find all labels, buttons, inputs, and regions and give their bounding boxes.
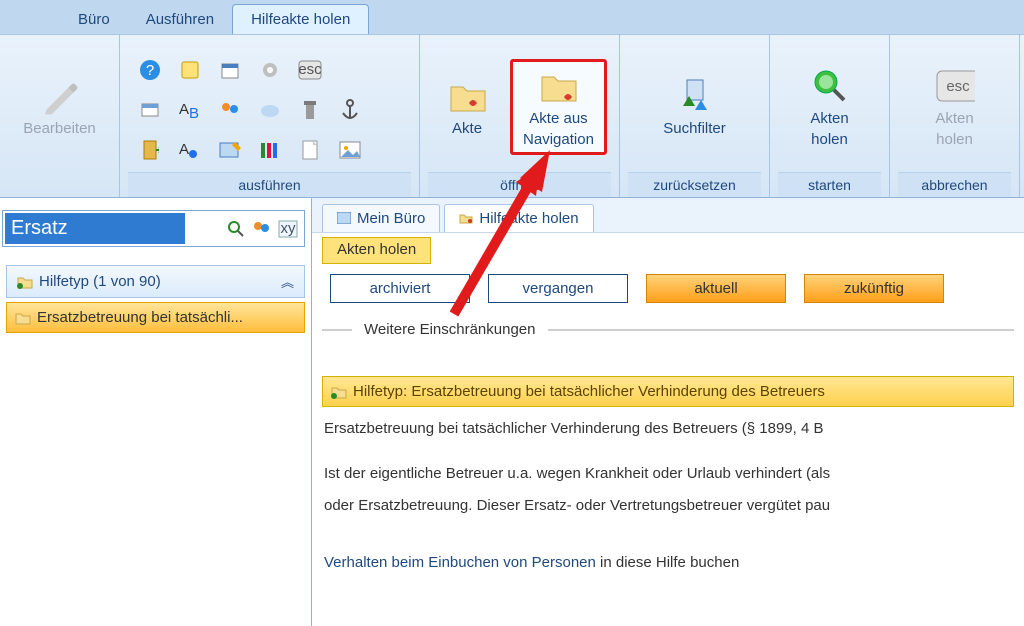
detail-para2: oder Ersatzbetreuung. Dieser Ersatz- ode…	[322, 490, 1014, 521]
suchfilter-button[interactable]: Suchfilter	[653, 72, 736, 141]
folder-small-icon	[331, 385, 347, 399]
filter-aktuell[interactable]: aktuell	[646, 274, 786, 303]
verhalten-link[interactable]: Verhalten beim Einbuchen von Personen	[324, 554, 596, 571]
hilfetyp-panel-header[interactable]: Hilfetyp (1 von 90) ︽	[6, 265, 305, 298]
workspace: xy document.addEventListener('DOMContent…	[0, 198, 1024, 626]
hilfetyp-item-label: Ersatzbetreuung bei tatsächli...	[37, 309, 243, 326]
esc-icon[interactable]: esc	[293, 53, 327, 87]
filter-zukuenftig[interactable]: zukünftig	[804, 274, 944, 303]
ribbon: Bearbeiten . ? esc AB	[0, 34, 1024, 198]
sidebar: xy document.addEventListener('DOMContent…	[0, 198, 312, 626]
page-icon[interactable]	[293, 133, 327, 167]
detail-para1: Ist der eigentliche Betreuer u.a. wegen …	[322, 458, 1014, 489]
svg-text:A: A	[179, 101, 189, 118]
inner-tab-mein-buero[interactable]: Mein Büro	[322, 204, 440, 232]
magnifier-green-icon	[810, 66, 850, 106]
picture-small-icon	[337, 212, 351, 226]
collapse-chevrons-icon[interactable]: ︽	[281, 272, 294, 291]
hilfetyp-item[interactable]: Ersatzbetreuung bei tatsächli...	[6, 302, 305, 333]
detail-heading-text: Hilfetyp: Ersatzbetreuung bei tatsächlic…	[353, 383, 825, 400]
suchfilter-label: Suchfilter	[663, 120, 726, 137]
weitere-label: Weitere Einschränkungen	[364, 321, 536, 338]
svg-text:B: B	[189, 105, 199, 120]
bearbeiten-label: Bearbeiten	[23, 120, 96, 137]
akte-nav-label1: Akte aus	[529, 110, 587, 127]
folder-heart-icon	[447, 76, 487, 116]
filter-vergangen[interactable]: vergangen	[488, 274, 628, 303]
calendar-icon[interactable]	[213, 53, 247, 87]
search-row: xy	[2, 210, 305, 247]
window-icon[interactable]	[133, 93, 167, 127]
help-icon[interactable]: ?	[133, 53, 167, 87]
akten-l1: Akten	[810, 110, 848, 127]
akte-nav-label2: Navigation	[523, 131, 594, 148]
svg-text:xy: xy	[281, 220, 297, 237]
pencil-icon	[40, 76, 80, 116]
a-dot-icon[interactable]: A	[173, 133, 207, 167]
door-icon[interactable]	[133, 133, 167, 167]
inner-tab-hilfeakte[interactable]: Hilfeakte holen	[444, 204, 593, 232]
window-tabs: Büro Ausführen Hilfeakte holen	[0, 0, 1024, 34]
recycle-icon	[675, 76, 715, 116]
akten-holen-abbrechen-button[interactable]: esc Akten holen	[920, 62, 990, 152]
ausfuehren-icon-grid: ? esc AB A	[133, 53, 407, 167]
akten-abbr-l1: Akten	[935, 110, 973, 127]
main-area: Mein Büro Hilfeakte holen Akten holen ar…	[312, 198, 1024, 626]
group-starten-label: starten	[778, 172, 881, 197]
detail-tail: in diese Hilfe buchen	[596, 554, 739, 571]
group-ausfuehren-label: ausführen	[128, 172, 411, 197]
books-icon[interactable]	[253, 133, 287, 167]
svg-text:A: A	[179, 141, 189, 158]
note-icon[interactable]	[173, 53, 207, 87]
group-reset-label: zurücksetzen	[628, 172, 761, 197]
tab-ausfuehren[interactable]: Ausführen	[128, 5, 232, 34]
xy-icon[interactable]: xy	[278, 219, 298, 239]
esc-key-icon: esc	[935, 66, 975, 106]
folder-heart-small-icon	[459, 212, 473, 226]
gear-icon[interactable]	[253, 53, 287, 87]
cloud-icon[interactable]	[253, 93, 287, 127]
weitere-einschraenkungen-row: Weitere Einschränkungen	[322, 321, 1014, 338]
inner-tabs: Mein Büro Hilfeakte holen	[312, 198, 1024, 233]
detail-line1: Ersatzbetreuung bei tatsächlicher Verhin…	[322, 413, 1014, 444]
akte-label: Akte	[452, 120, 482, 137]
akten-holen-heading: Akten holen	[322, 237, 431, 264]
svg-text:esc: esc	[298, 61, 322, 78]
folder-small-icon	[17, 275, 33, 289]
tower-icon[interactable]	[293, 93, 327, 127]
group-abbrechen-label: abbrechen	[898, 172, 1011, 197]
time-filter-row: archiviert vergangen aktuell zukünftig	[330, 274, 1014, 303]
ab-icon[interactable]: AB	[173, 93, 207, 127]
tab-hilfeakte-holen[interactable]: Hilfeakte holen	[232, 4, 369, 34]
photo-edit-icon[interactable]	[213, 133, 247, 167]
anchor-icon[interactable]	[333, 93, 367, 127]
akte-button[interactable]: Akte	[432, 72, 502, 141]
picture-icon[interactable]	[333, 133, 367, 167]
tab-buero[interactable]: Büro	[60, 5, 128, 34]
group-oeffnen-label: öffnen	[428, 172, 611, 197]
search-go-icon[interactable]	[226, 219, 246, 239]
bearbeiten-button[interactable]: Bearbeiten	[13, 72, 106, 141]
svg-text:esc: esc	[946, 78, 970, 95]
search-input[interactable]	[5, 213, 185, 244]
akten-holen-start-button[interactable]: Akten holen	[795, 62, 865, 152]
people-icon[interactable]	[213, 93, 247, 127]
folder-nav-heart-icon	[538, 66, 578, 106]
akte-aus-navigation-button[interactable]: Akte aus Navigation	[510, 59, 607, 155]
akten-abbr-l2: holen	[936, 131, 973, 148]
akten-l2: holen	[811, 131, 848, 148]
filter-archiviert[interactable]: archiviert	[330, 274, 470, 303]
folder-small-icon	[15, 311, 31, 325]
svg-text:?: ?	[145, 62, 153, 79]
hilfetyp-panel-title: Hilfetyp (1 von 90)	[39, 273, 161, 290]
people-filter-icon[interactable]	[252, 219, 272, 239]
hilfetyp-detail-heading: Hilfetyp: Ersatzbetreuung bei tatsächlic…	[322, 376, 1014, 407]
